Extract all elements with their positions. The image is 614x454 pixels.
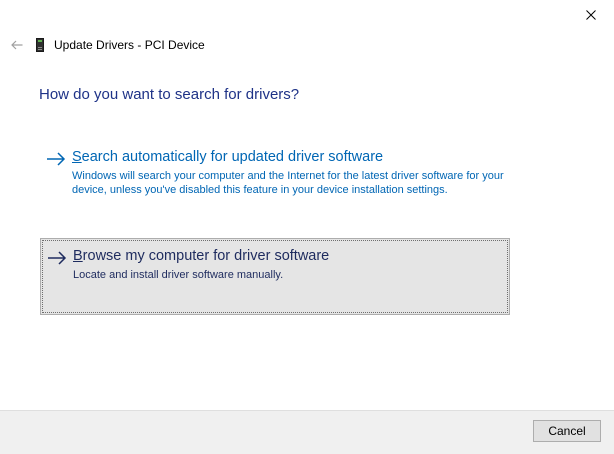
option-text: Browse my computer for driver software L… — [73, 247, 329, 282]
back-arrow-icon — [11, 40, 23, 50]
option-title-rest: rowse my computer for driver software — [82, 248, 330, 264]
option-title: Browse my computer for driver software — [73, 247, 329, 266]
search-automatically-option[interactable]: Search automatically for updated driver … — [40, 140, 510, 220]
option-title: Search automatically for updated driver … — [72, 148, 504, 167]
window-title: Update Drivers - PCI Device — [54, 38, 205, 52]
accelerator-key: B — [73, 248, 83, 264]
option-description: Locate and install driver software manua… — [73, 269, 284, 281]
arrow-right-icon — [46, 149, 68, 169]
close-button[interactable] — [568, 0, 614, 30]
option-text: Search automatically for updated driver … — [72, 148, 504, 197]
accelerator-key: S — [72, 149, 82, 165]
footer-bar: Cancel — [0, 410, 614, 454]
page-heading: How do you want to search for drivers? — [39, 86, 300, 103]
option-title-rest: earch automatically for updated driver s… — [81, 149, 384, 165]
back-button[interactable] — [6, 34, 28, 56]
option-description: Windows will search your computer and th… — [72, 170, 504, 196]
title-bar: Update Drivers - PCI Device — [6, 34, 205, 56]
arrow-right-icon — [47, 248, 69, 268]
device-icon — [34, 37, 46, 53]
cancel-button[interactable]: Cancel — [533, 420, 601, 442]
close-icon — [586, 10, 596, 20]
browse-computer-option[interactable]: Browse my computer for driver software L… — [40, 238, 510, 315]
